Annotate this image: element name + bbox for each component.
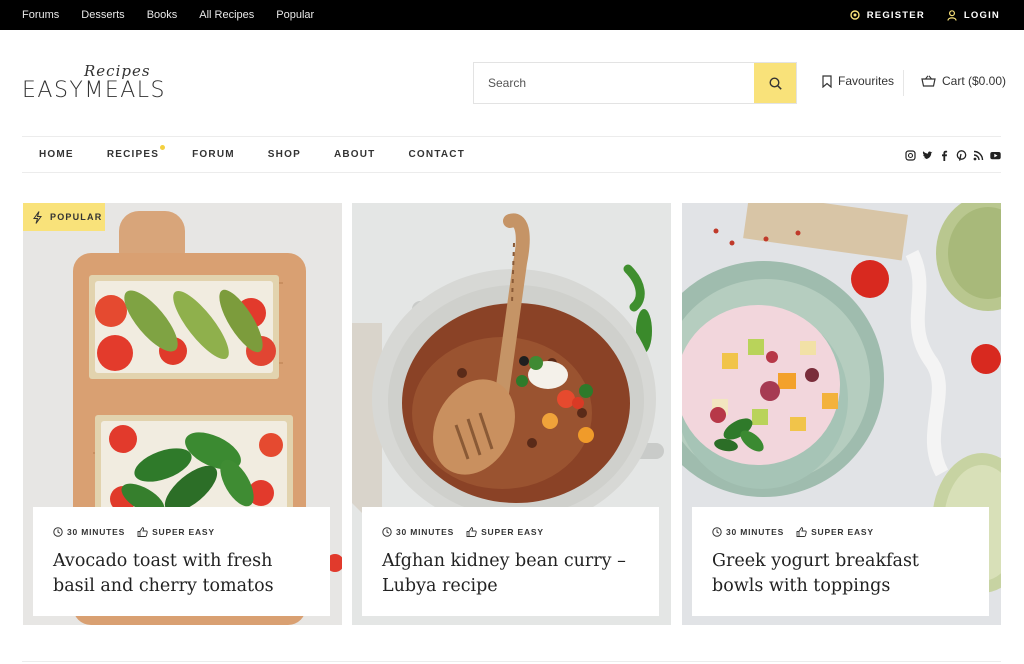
recipe-meta: 30 MINUTES SUPER EASY bbox=[53, 527, 310, 537]
difficulty: SUPER EASY bbox=[796, 527, 874, 537]
bottom-divider bbox=[22, 661, 1001, 662]
user-icon bbox=[947, 9, 957, 21]
recipe-card[interactable]: 30 MINUTES SUPER EASY Avocado toast with… bbox=[23, 203, 342, 625]
clock-icon bbox=[382, 527, 392, 537]
recipe-meta: 30 MINUTES SUPER EASY bbox=[712, 527, 969, 537]
top-link-popular[interactable]: Popular bbox=[276, 9, 314, 21]
thumbs-up-icon bbox=[137, 527, 148, 537]
cook-time: 30 MINUTES bbox=[53, 527, 125, 537]
account-links: REGISTER LOGIN bbox=[850, 0, 1000, 30]
favourites-label: Favourites bbox=[838, 74, 895, 88]
nav-forum[interactable]: FORUM bbox=[192, 149, 235, 160]
nav-recipes[interactable]: RECIPES bbox=[106, 144, 166, 160]
header-divider bbox=[903, 70, 904, 96]
top-link-forums[interactable]: Forums bbox=[22, 9, 59, 21]
thumbs-up-icon bbox=[466, 527, 477, 537]
login-link[interactable]: LOGIN bbox=[947, 10, 1000, 21]
register-icon bbox=[850, 10, 860, 20]
site-logo[interactable]: Recipes EASYMEALS bbox=[22, 62, 192, 106]
facebook-icon[interactable] bbox=[939, 148, 950, 161]
youtube-icon[interactable] bbox=[990, 148, 1001, 160]
register-link[interactable]: REGISTER bbox=[850, 10, 925, 21]
nav-contact[interactable]: CONTACT bbox=[409, 149, 466, 160]
social-links bbox=[905, 148, 1001, 161]
cart-link[interactable]: Cart ($0.00) bbox=[921, 74, 1006, 88]
cook-time-label: 30 MINUTES bbox=[396, 527, 455, 537]
register-label: REGISTER bbox=[866, 9, 925, 21]
recipe-title[interactable]: Greek yogurt breakfast bowls with toppin… bbox=[712, 549, 969, 599]
search-icon bbox=[768, 76, 782, 90]
recipe-info-box: 30 MINUTES SUPER EASY Avocado toast with… bbox=[33, 507, 330, 616]
thumbs-up-icon bbox=[796, 527, 807, 537]
top-links: Forums Desserts Books All Recipes Popula… bbox=[22, 0, 314, 30]
login-label: LOGIN bbox=[963, 9, 1000, 21]
top-link-all-recipes[interactable]: All Recipes bbox=[199, 9, 254, 21]
lightning-icon bbox=[33, 210, 42, 224]
popular-badge: POPULAR bbox=[23, 203, 105, 231]
search-box bbox=[473, 62, 797, 104]
nav-recipes-label: RECIPES bbox=[106, 148, 160, 160]
nav-shop[interactable]: SHOP bbox=[268, 149, 301, 160]
cook-time: 30 MINUTES bbox=[382, 527, 454, 537]
recipe-card[interactable]: 30 MINUTES SUPER EASY Afghan kidney bean… bbox=[352, 203, 671, 625]
pinterest-icon[interactable] bbox=[956, 148, 967, 161]
favourites-link[interactable]: Favourites bbox=[822, 74, 894, 88]
bookmark-icon bbox=[822, 74, 832, 88]
difficulty: SUPER EASY bbox=[466, 527, 544, 537]
cook-time-label: 30 MINUTES bbox=[726, 527, 785, 537]
recipe-meta: 30 MINUTES SUPER EASY bbox=[382, 527, 639, 537]
recipe-title[interactable]: Avocado toast with fresh basil and cherr… bbox=[53, 549, 310, 599]
recipe-card[interactable]: 30 MINUTES SUPER EASY Greek yogurt break… bbox=[682, 203, 1001, 625]
top-link-books[interactable]: Books bbox=[147, 9, 178, 21]
cook-time: 30 MINUTES bbox=[712, 527, 784, 537]
nav-about[interactable]: ABOUT bbox=[334, 149, 376, 160]
top-bar: Forums Desserts Books All Recipes Popula… bbox=[0, 0, 1024, 30]
top-link-desserts[interactable]: Desserts bbox=[81, 9, 124, 21]
recipe-info-box: 30 MINUTES SUPER EASY Afghan kidney bean… bbox=[362, 507, 659, 616]
new-indicator-dot bbox=[160, 144, 166, 150]
cook-time-label: 30 MINUTES bbox=[67, 527, 126, 537]
logo-wordmark: EASYMEALS bbox=[22, 78, 167, 103]
nav-bottom-divider bbox=[22, 172, 1001, 173]
difficulty-label: SUPER EASY bbox=[152, 527, 215, 537]
difficulty-label: SUPER EASY bbox=[811, 527, 874, 537]
recipe-info-box: 30 MINUTES SUPER EASY Greek yogurt break… bbox=[692, 507, 989, 616]
basket-icon bbox=[921, 75, 936, 87]
clock-icon bbox=[712, 527, 722, 537]
search-button[interactable] bbox=[754, 63, 796, 103]
difficulty: SUPER EASY bbox=[137, 527, 215, 537]
instagram-icon[interactable] bbox=[905, 148, 916, 161]
cart-label: Cart ($0.00) bbox=[942, 74, 1007, 88]
search-input[interactable] bbox=[474, 63, 754, 103]
recipe-title[interactable]: Afghan kidney bean curry – Lubya recipe bbox=[382, 549, 639, 599]
popular-badge-label: POPULAR bbox=[50, 212, 103, 222]
rss-icon[interactable] bbox=[973, 148, 984, 161]
clock-icon bbox=[53, 527, 63, 537]
nav-home[interactable]: HOME bbox=[39, 149, 74, 160]
main-nav: HOME RECIPES FORUM SHOP ABOUT CONTACT bbox=[39, 136, 498, 172]
difficulty-label: SUPER EASY bbox=[481, 527, 544, 537]
twitter-icon[interactable] bbox=[922, 148, 933, 160]
